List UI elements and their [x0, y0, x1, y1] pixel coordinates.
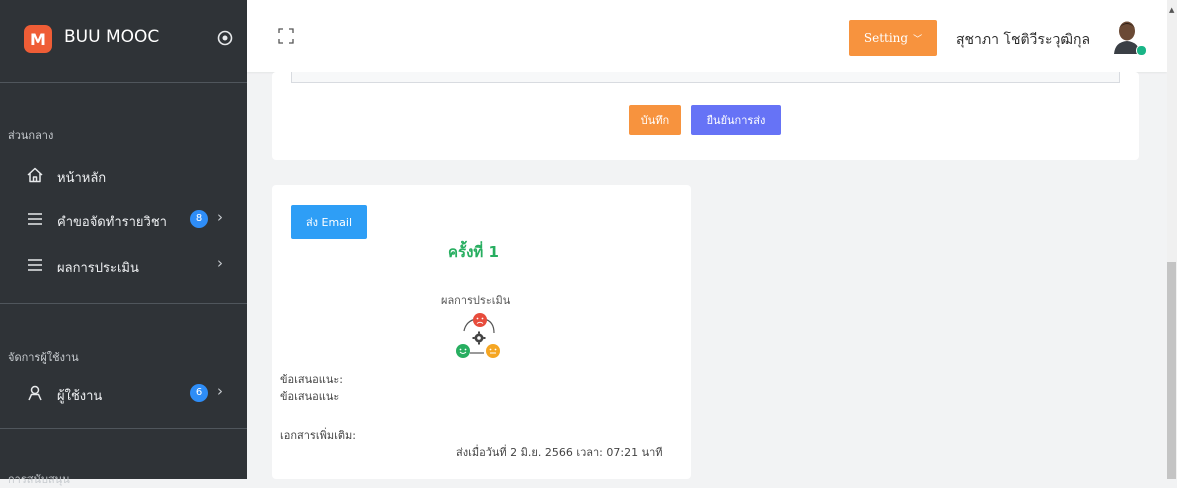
suggestion-value: ข้อเสนอแนะ: [280, 390, 340, 403]
brand-header: M BUU MOOC: [0, 0, 247, 83]
chevron-right-icon: ›: [217, 254, 223, 272]
sidebar-toggle-icon[interactable]: [215, 28, 235, 48]
sidebar-item-users[interactable]: ผู้ใช้งาน 6 ›: [0, 376, 247, 410]
count-badge: 8: [190, 210, 208, 228]
menu-icon: [28, 259, 42, 271]
setting-dropdown-button[interactable]: Setting ﹀: [849, 20, 937, 56]
round-title: ครั้งที่ 1: [448, 243, 499, 261]
scroll-thumb[interactable]: [1167, 262, 1176, 479]
sidebar-item-evaluation[interactable]: ผลการประเมิน ›: [0, 248, 247, 282]
sent-date: ส่งเมื่อวันที่ 2 มิ.ย. 2566 เวลา: 07:21 …: [456, 446, 663, 459]
sidebar: M BUU MOOC ส่วนกลาง หน้าหลัก คำขอจัดทำรา…: [0, 0, 247, 486]
online-status-dot: [1136, 45, 1147, 56]
count-badge: 6: [190, 384, 208, 402]
menu-icon: [28, 213, 42, 225]
evaluation-cycle-icon: [456, 313, 500, 358]
sidebar-item-label: หน้าหลัก: [57, 171, 107, 186]
evaluation-card: ส่ง Email ครั้งที่ 1 ผลการประเมิน ข้อเสน…: [272, 185, 691, 479]
divider: [0, 303, 247, 304]
scroll-up-arrow-icon[interactable]: ▲: [1169, 6, 1174, 14]
section-label-support: การสนับสนุน: [8, 473, 70, 486]
sidebar-item-label: คำขอจัดทำรายวิชา: [57, 215, 167, 230]
user-name[interactable]: สุชาภา โชติวีระวุฒิกุล: [956, 29, 1090, 51]
confirm-submit-button[interactable]: ยืนยันการส่ง: [691, 105, 781, 135]
sidebar-item-home[interactable]: หน้าหลัก: [0, 158, 247, 192]
app-title[interactable]: BUU MOOC: [64, 27, 159, 47]
fullscreen-icon[interactable]: [277, 27, 295, 45]
chevron-down-icon: ﹀: [913, 34, 923, 45]
home-icon: [27, 167, 43, 183]
scrollbar[interactable]: ▲: [1167, 0, 1177, 479]
evaluation-label: ผลการประเมิน: [441, 294, 511, 307]
send-email-button[interactable]: ส่ง Email: [291, 205, 367, 239]
attachment-label: เอกสารเพิ่มเติม:: [280, 429, 356, 442]
section-label-user-management: จัดการผู้ใช้งาน: [8, 351, 79, 364]
submission-form-card: บันทึก ยืนยันการส่ง: [272, 72, 1139, 160]
save-button[interactable]: บันทึก: [629, 105, 681, 135]
textarea-field[interactable]: [291, 72, 1120, 83]
section-label-central: ส่วนกลาง: [8, 129, 54, 142]
chevron-right-icon: ›: [217, 382, 223, 400]
logo[interactable]: M: [24, 25, 52, 53]
divider: [0, 428, 247, 429]
sidebar-item-label: ผู้ใช้งาน: [57, 389, 103, 404]
setting-label: Setting: [863, 31, 909, 45]
user-icon: [28, 385, 42, 401]
topbar: Setting ﹀ สุชาภา โชติวีระวุฒิกุล: [247, 0, 1167, 72]
sidebar-item-course-requests[interactable]: คำขอจัดทำรายวิชา 8 ›: [0, 202, 247, 236]
chevron-right-icon: ›: [217, 208, 223, 226]
sidebar-item-label: ผลการประเมิน: [57, 261, 139, 276]
suggestion-heading: ข้อเสนอแนะ:: [280, 373, 343, 386]
